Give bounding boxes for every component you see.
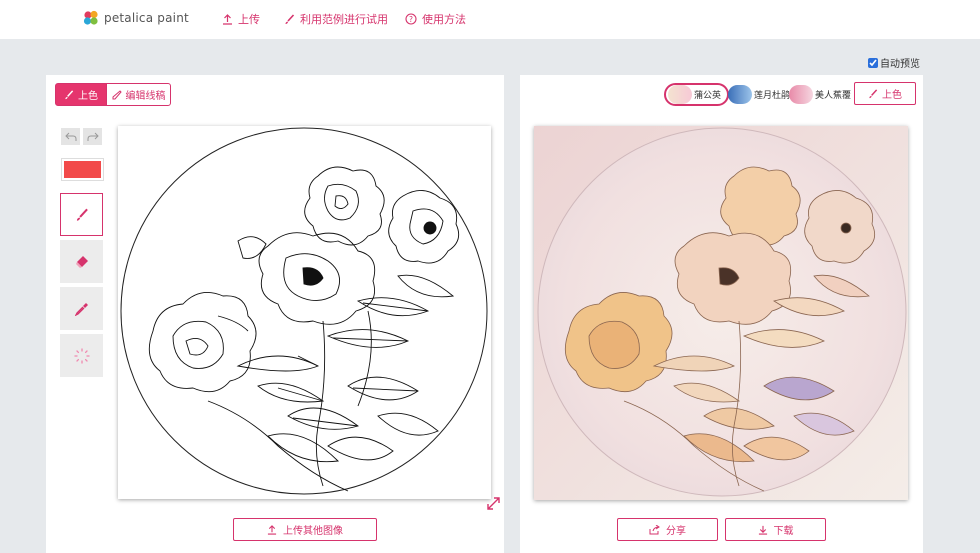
brush-icon — [65, 89, 74, 99]
upload-other-image-label: 上传其他图像 — [283, 526, 343, 537]
lineart-canvas[interactable] — [118, 126, 491, 499]
redo-button[interactable] — [83, 128, 102, 145]
brush-icon — [869, 88, 878, 98]
nav-try-samples-label: 利用范例进行试用 — [300, 13, 388, 26]
eraser-tool[interactable] — [60, 240, 103, 283]
tab-colorize-label: 上色 — [78, 91, 98, 102]
eraser-icon — [75, 255, 88, 268]
upload-icon — [267, 524, 277, 535]
colorized-panel: 蒲公英 莲月杜鹃 美人蕉覆 上色 分享 下载 — [520, 75, 923, 553]
color-swatch[interactable] — [61, 158, 104, 181]
brush-icon — [76, 208, 88, 221]
auto-preview-option[interactable]: 自动预览 — [868, 55, 920, 70]
pencil-icon — [112, 89, 122, 99]
colorize-button-label: 上色 — [882, 90, 902, 101]
nav-how-to[interactable]: ? 使用方法 — [405, 11, 466, 27]
brush-icon — [285, 13, 295, 24]
download-button-label: 下载 — [773, 526, 794, 537]
spinner-icon — [73, 347, 90, 364]
upload-other-image-button[interactable]: 上传其他图像 — [233, 518, 377, 541]
svg-text:?: ? — [409, 15, 413, 24]
nav-upload[interactable]: 上传 — [222, 11, 260, 27]
share-button[interactable]: 分享 — [617, 518, 718, 541]
upload-icon — [223, 13, 232, 25]
eyedropper-tool[interactable] — [60, 287, 103, 330]
style-option-3[interactable]: 美人蕉覆 — [787, 83, 857, 106]
auto-preview-label: 自动预览 — [880, 59, 920, 70]
style-thumbnail — [789, 85, 813, 104]
style-option-label: 美人蕉覆 — [815, 91, 852, 101]
logo[interactable]: petalica paint — [82, 9, 189, 27]
peony-lineart — [120, 127, 488, 495]
petal-logo-icon — [83, 10, 98, 25]
colorize-button[interactable]: 上色 — [854, 82, 916, 105]
nav-how-to-label: 使用方法 — [422, 13, 466, 26]
tab-edit-lineart[interactable]: 编辑线稿 — [106, 83, 171, 106]
share-icon — [649, 524, 660, 534]
nav-upload-label: 上传 — [238, 13, 260, 26]
auto-preview-checkbox[interactable] — [868, 57, 878, 68]
style-option-label: 蒲公英 — [694, 91, 722, 101]
style-thumbnail — [728, 85, 752, 104]
style-option-1[interactable]: 蒲公英 — [664, 83, 730, 106]
help-icon: ? — [405, 13, 417, 25]
style-thumbnail — [668, 85, 692, 104]
line-art-panel: 上色 编辑线稿 上传其他图像 — [46, 75, 504, 553]
brush-tool[interactable] — [60, 193, 103, 236]
nav-try-samples[interactable]: 利用范例进行试用 — [284, 11, 388, 27]
top-bar: petalica paint 上传 利用范例进行试用 ? 使用方法 — [0, 0, 980, 39]
brand-name: petalica paint — [104, 11, 189, 25]
undo-button[interactable] — [61, 128, 80, 145]
redo-icon — [87, 132, 99, 141]
tab-edit-lineart-label: 编辑线稿 — [125, 91, 166, 102]
eyedropper-icon — [74, 302, 88, 316]
style-option-label: 莲月杜鹃 — [754, 91, 791, 101]
colorized-result-image — [534, 126, 908, 500]
download-icon — [758, 525, 767, 535]
expand-icon[interactable] — [487, 497, 500, 510]
loading-indicator — [60, 334, 103, 377]
peony-colorized — [534, 126, 908, 500]
download-button[interactable]: 下载 — [725, 518, 826, 541]
style-option-2[interactable]: 莲月杜鹃 — [726, 83, 796, 106]
tab-colorize[interactable]: 上色 — [55, 83, 107, 106]
undo-icon — [64, 132, 76, 141]
share-button-label: 分享 — [666, 526, 686, 537]
